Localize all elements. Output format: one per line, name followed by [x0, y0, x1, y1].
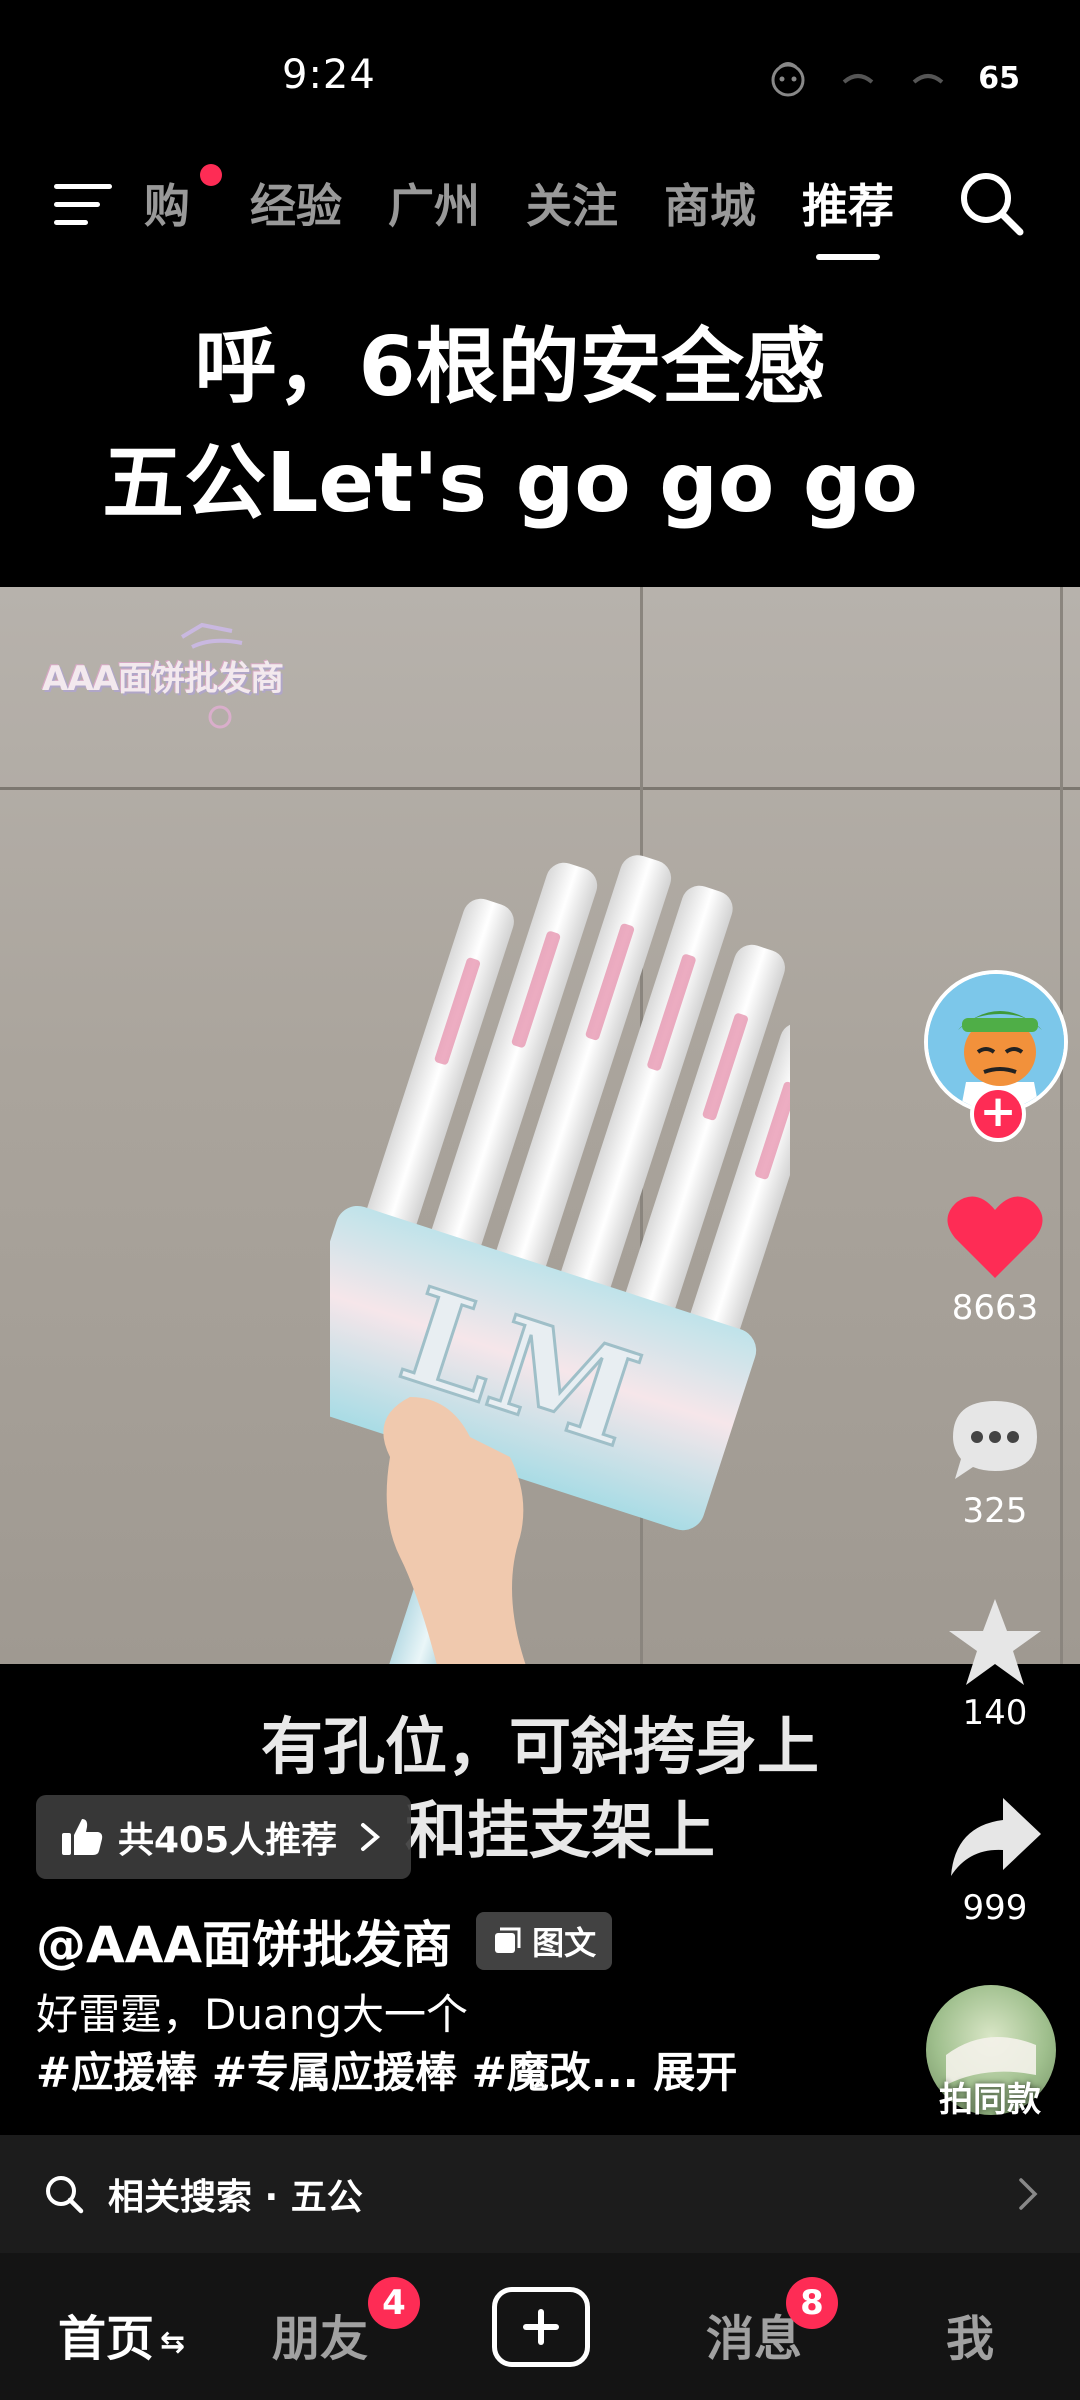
swap-icon: ⇆ — [160, 2324, 186, 2360]
plus-icon — [523, 2309, 559, 2345]
post-type-badge: 图文 — [476, 1912, 613, 1970]
author-line: @AAA面饼批发商 图文 — [36, 1905, 613, 1977]
heart-icon — [947, 1196, 1043, 1278]
chevron-right-icon — [1019, 2178, 1038, 2210]
tab-friends-label: 朋友 — [272, 2311, 369, 2367]
tab-messages[interactable]: 消息 8 — [706, 2277, 839, 2369]
tab-messages-label: 消息 — [706, 2311, 803, 2367]
favorite-count: 140 — [962, 1693, 1028, 1733]
create-post-button[interactable] — [492, 2287, 590, 2367]
expand-link[interactable]: 展开 — [653, 2048, 737, 2097]
video-headline: 呼，6根的安全感 五公Let's go go go — [0, 310, 1020, 542]
headline-line-2: 五公Let's go go go — [102, 436, 918, 531]
chevron-right-icon — [361, 1823, 381, 1851]
search-icon[interactable] — [952, 164, 1032, 244]
comment-action[interactable]: 325 — [910, 1395, 1080, 1531]
tab-following[interactable]: 关注 — [526, 170, 618, 246]
hashtags[interactable]: #应援棒 #专属应援棒 #魔改... — [36, 2048, 639, 2097]
thumbs-up-icon — [62, 1819, 103, 1855]
top-nav: 购 经验 广州 关注 商城 推荐 — [0, 150, 1080, 260]
tab-shopping-label: 购 — [144, 179, 190, 233]
comment-count: 325 — [962, 1491, 1028, 1531]
like-count: 8663 — [951, 1288, 1039, 1328]
same-style-label[interactable]: 拍同款 — [912, 2072, 1068, 2121]
tab-friends[interactable]: 朋友 4 — [272, 2277, 421, 2369]
post-type-label: 图文 — [532, 1924, 597, 1962]
search-icon — [46, 2176, 84, 2214]
status-bar: 9:24 65 — [0, 0, 1080, 150]
headline-line-1: 呼，6根的安全感 — [194, 320, 826, 415]
watermark-logo: AAA面饼批发商 — [42, 617, 312, 737]
recommend-chip[interactable]: 共405人推荐 — [36, 1795, 412, 1879]
related-search-label: 相关搜索 · 五公 — [108, 2177, 363, 2218]
post-tags: #应援棒 #专属应援棒 #魔改... 展开 — [36, 2043, 737, 2103]
tab-me[interactable]: 我 — [946, 2299, 994, 2369]
star-icon — [949, 1599, 1041, 1685]
bottom-tab-bar: 首页 ⇆ 朋友 4 消息 8 我 — [0, 2253, 1080, 2400]
light-stick-holder-image: LM — [330, 855, 790, 1664]
post-description: 好雷霆，Duang大一个 — [36, 1990, 468, 2039]
menu-icon[interactable] — [52, 176, 116, 232]
share-icon — [951, 1798, 1041, 1876]
nav-tabs: 购 经验 广州 关注 商城 推荐 — [144, 164, 894, 260]
app-notification-icon — [768, 58, 808, 98]
friends-badge: 4 — [368, 2277, 421, 2329]
status-time: 9:24 — [282, 52, 376, 98]
messages-badge: 8 — [786, 2277, 839, 2329]
recommend-count: 共405人推荐 — [118, 1820, 338, 1861]
tab-home[interactable]: 首页 ⇆ — [58, 2299, 185, 2369]
tab-mall[interactable]: 商城 — [664, 170, 756, 246]
related-search-bar[interactable]: 相关搜索 · 五公 — [0, 2135, 1080, 2253]
wifi-icon — [908, 58, 948, 98]
notification-dot — [200, 164, 222, 186]
author-handle[interactable]: @AAA面饼批发商 — [36, 1905, 452, 1977]
tab-shopping[interactable]: 购 — [144, 164, 222, 246]
follow-button[interactable]: + — [970, 1086, 1026, 1142]
share-action[interactable]: 999 — [910, 1792, 1080, 1928]
status-icons: 65 — [768, 58, 1020, 98]
watermark-text: AAA面饼批发商 — [42, 659, 284, 699]
tab-experience[interactable]: 经验 — [250, 170, 342, 246]
signal-icon — [838, 58, 878, 98]
tab-home-label: 首页 — [58, 2311, 155, 2367]
battery-level: 65 — [978, 60, 1020, 96]
favorite-action[interactable]: 140 — [910, 1597, 1080, 1733]
share-count: 999 — [962, 1888, 1028, 1928]
subtitle-line-1: 有孔位，可斜挎身上 — [260, 1710, 819, 1783]
image-post-icon — [495, 1927, 521, 1953]
tab-recommend[interactable]: 推荐 — [802, 170, 894, 260]
comment-icon — [953, 1401, 1037, 1479]
tab-guangzhou[interactable]: 广州 — [388, 170, 480, 246]
like-action[interactable]: 8663 — [910, 1192, 1080, 1328]
